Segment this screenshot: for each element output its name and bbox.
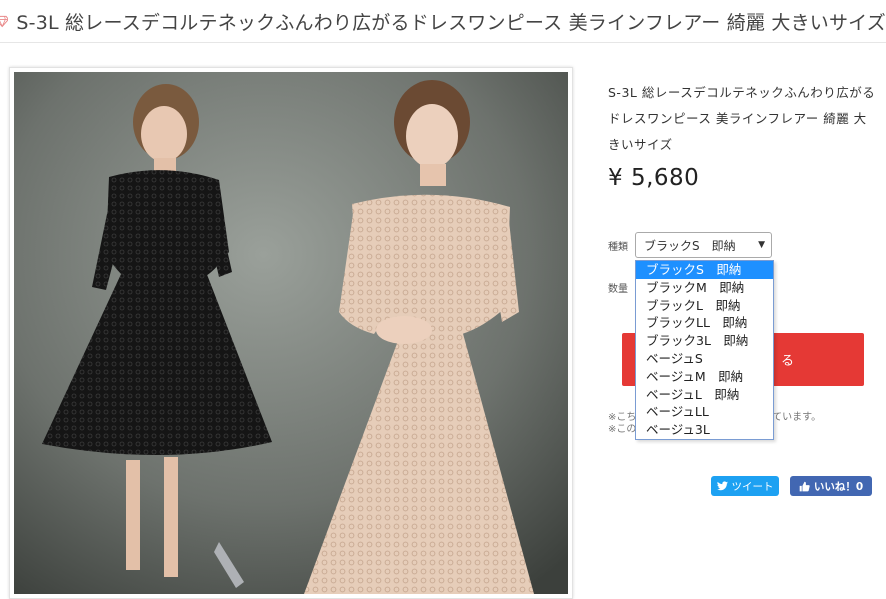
like-label: いいね！0 xyxy=(813,480,864,493)
product-image-frame xyxy=(9,67,573,599)
dropdown-option[interactable]: ブラックS 即納 xyxy=(636,261,773,279)
gem-icon xyxy=(0,15,9,28)
type-select-value: ブラックS 即納 xyxy=(644,238,736,253)
type-select[interactable]: ブラックS 即納 ▼ xyxy=(635,232,772,258)
dropdown-option[interactable]: ベージュLL xyxy=(636,403,773,421)
like-button[interactable]: いいね！0 xyxy=(790,476,872,496)
add-to-cart-label: る xyxy=(781,354,795,369)
dropdown-option[interactable]: ブラックLL 即納 xyxy=(636,314,773,332)
dropdown-option[interactable]: ブラックL 即納 xyxy=(636,297,773,315)
page-title: S-3L 総レースデコルテネックふんわり広がるドレスワンピース 美ラインフレアー… xyxy=(16,11,886,34)
dropdown-option[interactable]: ベージュ3L xyxy=(636,421,773,439)
product-price: ¥ 5,680 xyxy=(608,165,700,191)
dropdown-option[interactable]: ブラック3L 即納 xyxy=(636,332,773,350)
note-line-2: ※この xyxy=(608,424,637,435)
tweet-button[interactable]: ツイート xyxy=(711,476,779,496)
type-label: 種類 xyxy=(608,242,628,253)
dropdown-option[interactable]: ベージュL 即納 xyxy=(636,386,773,404)
dropdown-option[interactable]: ベージュS xyxy=(636,350,773,368)
dropdown-option[interactable]: ブラックM 即納 xyxy=(636,279,773,297)
type-dropdown-list[interactable]: ブラックS 即納 ブラックM 即納 ブラックL 即納 ブラックLL 即納 ブラッ… xyxy=(635,260,774,440)
twitter-bird-icon xyxy=(716,481,728,491)
product-title: S-3L 総レースデコルテネックふんわり広がるドレスワンピース 美ラインフレアー… xyxy=(608,85,876,152)
quantity-label: 数量 xyxy=(608,284,628,295)
product-photo[interactable] xyxy=(14,72,568,594)
dropdown-option[interactable]: ベージュM 即納 xyxy=(636,368,773,386)
tweet-label: ツイート xyxy=(731,480,774,493)
page-header: S-3L 総レースデコルテネックふんわり広がるドレスワンピース 美ラインフレアー… xyxy=(0,0,886,43)
thumbs-up-icon xyxy=(799,481,810,491)
chevron-down-icon: ▼ xyxy=(758,240,765,250)
